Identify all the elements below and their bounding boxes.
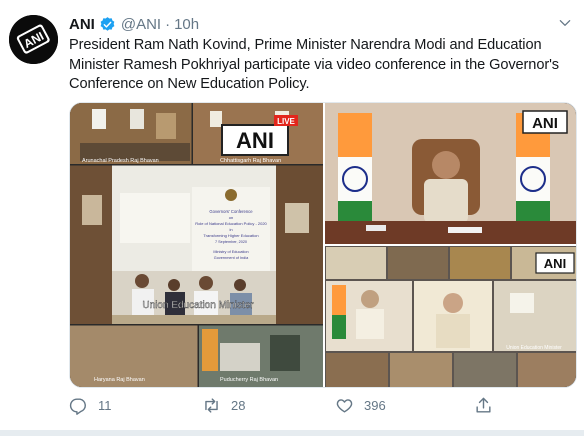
banner-line: Transforming Higher Education <box>203 233 258 238</box>
feed-divider <box>0 430 584 436</box>
banner-line: Role of National Education Policy - 2020 <box>195 221 267 226</box>
tweet[interactable]: ANI ANI @ANI · 10h President Ram Nath Ko… <box>0 0 584 430</box>
verified-badge-icon <box>100 16 115 31</box>
tweet-text: President Ram Nath Kovind, Prime Ministe… <box>69 36 579 95</box>
tweet-text-line: Conference on New Education Policy. <box>69 76 310 92</box>
caption-union-education-minister-small: Union Education Minister <box>506 345 562 351</box>
left-conference-panel: Governors' Conference on Role of Nationa… <box>70 103 324 387</box>
ani-watermark: ANI <box>532 115 558 132</box>
tweet-media-image[interactable]: Governors' Conference on Role of Nationa… <box>69 102 577 388</box>
retweet-button[interactable]: 28 <box>202 396 245 415</box>
live-tag: LIVE <box>277 117 295 126</box>
banner-line: Government of India <box>214 256 249 260</box>
banner-line: in <box>229 227 232 232</box>
caption-union-education-minister: Union Education Minister <box>142 300 254 311</box>
retweet-count: 28 <box>231 398 246 413</box>
chevron-down-icon[interactable] <box>558 16 572 30</box>
banner-line: on <box>229 215 233 220</box>
banner-line: Ministry of Education <box>213 250 248 254</box>
ani-avatar[interactable]: ANI <box>9 15 58 64</box>
reply-count: 11 <box>98 398 112 413</box>
pm-grid-panel: ANI Union Education Minister <box>324 245 576 387</box>
share-button[interactable] <box>474 396 493 415</box>
author-handle[interactable]: @ANI <box>121 16 161 33</box>
tweet-text-line: Minister Ramesh Pokhriyal participate vi… <box>69 56 559 73</box>
retweet-icon <box>205 398 218 413</box>
like-button[interactable]: 396 <box>335 396 386 415</box>
banner-line: 7 September, 2020 <box>215 240 247 244</box>
tweet-header: ANI @ANI · 10h <box>69 14 199 34</box>
video-conference-collage: Governors' Conference on Role of Nationa… <box>70 103 576 387</box>
banner-line: Governors' Conference <box>209 209 253 214</box>
caption-puducherry: Puducherry Raj Bhavan <box>220 377 278 383</box>
share-icon <box>476 397 491 413</box>
tweet-timestamp[interactable]: 10h <box>174 16 199 33</box>
caption-chhattisgarh: Chhattisgarh Raj Bhavan <box>220 158 281 164</box>
reply-icon <box>69 398 86 415</box>
caption-arunachal: Arunachal Pradesh Raj Bhavan <box>82 158 159 164</box>
reply-button[interactable]: 11 <box>69 396 112 415</box>
tweet-actions: 11 28 396 <box>69 396 569 420</box>
ani-logo-icon: ANI <box>9 15 58 64</box>
ani-watermark: ANI <box>236 128 274 153</box>
meta-separator: · <box>165 15 171 33</box>
author-name[interactable]: ANI <box>69 16 95 33</box>
caption-haryana: Haryana Raj Bhavan <box>94 377 145 383</box>
president-panel: ANI <box>324 103 576 245</box>
tweet-text-line: President Ram Nath Kovind, Prime Ministe… <box>69 37 542 53</box>
like-count: 396 <box>364 398 386 413</box>
ani-watermark: ANI <box>544 256 566 271</box>
like-icon <box>336 399 353 413</box>
